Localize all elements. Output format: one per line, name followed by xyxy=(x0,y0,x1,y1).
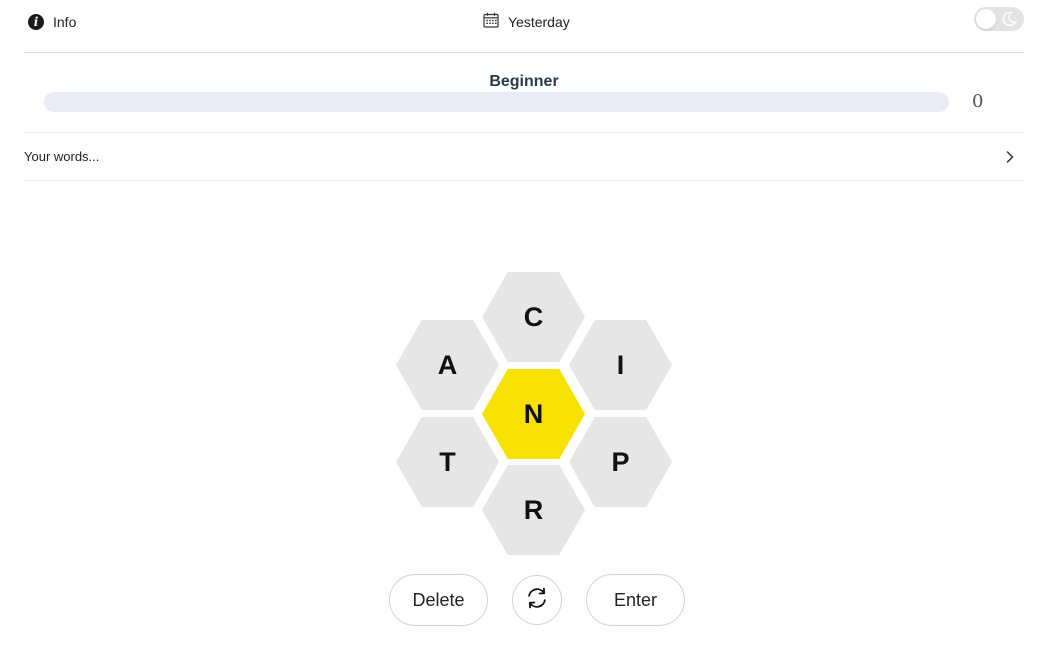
hive-center-letter: N xyxy=(523,398,544,429)
hive-letter: I xyxy=(616,349,625,380)
found-words-bar[interactable]: Your words... xyxy=(24,133,1024,181)
hive-cell-bottom[interactable]: R xyxy=(482,465,585,555)
info-button[interactable]: i Info xyxy=(28,12,76,32)
hive-letter: A xyxy=(437,349,458,380)
hive-letter: C xyxy=(523,301,544,332)
chevron-right-icon xyxy=(1004,150,1016,169)
date-label: Yesterday xyxy=(508,14,570,30)
toggle-knob xyxy=(976,9,996,29)
info-label: Info xyxy=(53,14,77,30)
rank-label: Beginner xyxy=(489,73,559,90)
dark-mode-toggle[interactable] xyxy=(974,7,1024,31)
delete-button[interactable]: Delete xyxy=(389,574,488,626)
found-words-placeholder: Your words... xyxy=(24,149,100,164)
shuffle-icon xyxy=(524,585,550,616)
hive-letter: R xyxy=(523,494,544,525)
calendar-icon xyxy=(483,12,499,33)
progress-section: Beginner 0 xyxy=(24,53,1024,133)
hive-cell-top[interactable]: C xyxy=(482,272,585,362)
score-value: 0 xyxy=(972,91,984,112)
date-selector-button[interactable]: Yesterday xyxy=(483,12,570,32)
enter-button[interactable]: Enter xyxy=(586,574,685,626)
moon-icon xyxy=(1001,11,1017,32)
info-icon: i xyxy=(28,14,44,30)
progress-bar xyxy=(44,92,949,112)
hive-cell-center[interactable]: N xyxy=(482,369,585,459)
hive-cell-upper-left[interactable]: A xyxy=(396,320,499,410)
hive-letter: T xyxy=(439,446,456,477)
hive-cell-lower-right[interactable]: P xyxy=(569,417,672,507)
hive-cell-lower-left[interactable]: T xyxy=(396,417,499,507)
hive-letter: P xyxy=(611,446,630,477)
hive-cell-upper-right[interactable]: I xyxy=(569,320,672,410)
shuffle-button[interactable] xyxy=(512,575,562,625)
top-bar: i Info Yesterday xyxy=(24,0,1024,53)
